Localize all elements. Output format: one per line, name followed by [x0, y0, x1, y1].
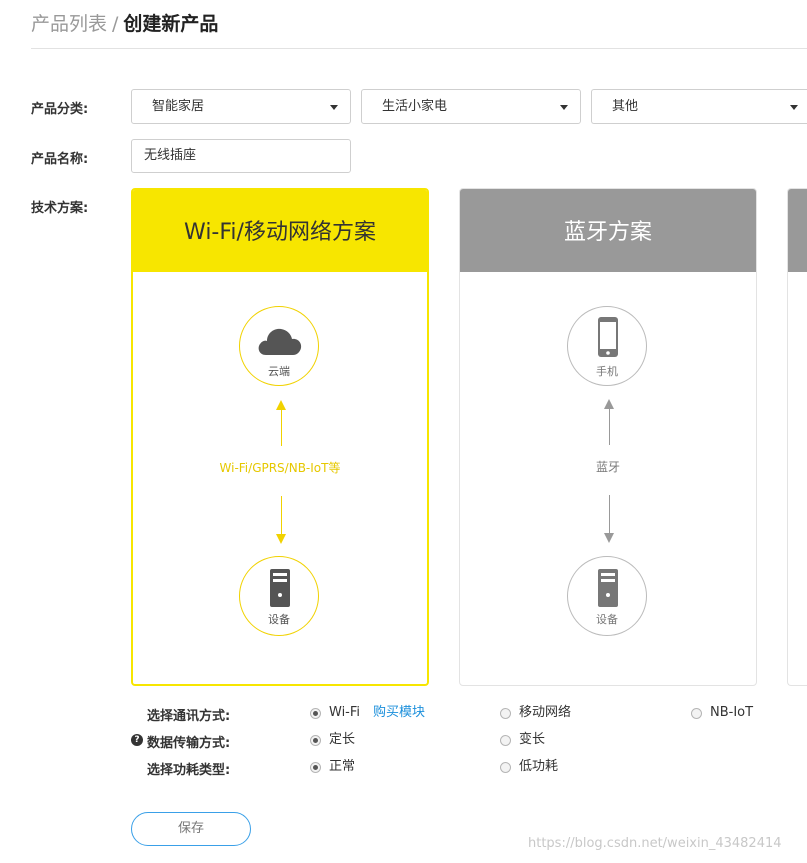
scheme-bluetooth-link-label: 蓝牙	[460, 458, 756, 475]
device-caption: 设备	[596, 613, 618, 626]
phone-node: 手机	[567, 306, 647, 386]
breadcrumb: 产品列表 / 创建新产品	[31, 10, 218, 38]
name-label: 产品名称:	[31, 152, 89, 167]
product-name-input[interactable]: 无线插座	[131, 139, 351, 173]
device-node: 设备	[567, 556, 647, 636]
link-line-bottom	[281, 496, 282, 536]
radio-mobile-network-label: 移动网络	[519, 705, 572, 720]
buy-module-link[interactable]: 购买模块	[373, 705, 425, 721]
radio-nb-iot[interactable]	[691, 708, 702, 719]
caret-down-icon	[330, 105, 338, 110]
radio-power-low-label: 低功耗	[519, 759, 559, 774]
radio-fixed-length[interactable]	[310, 735, 321, 746]
scheme-card-partial[interactable]	[787, 188, 807, 686]
device-node: 设备	[239, 556, 319, 636]
caret-down-icon	[790, 105, 798, 110]
transfer-label: 数据传输方式:	[147, 736, 231, 751]
scheme-card-wifi[interactable]: Wi-Fi/移动网络方案 云端 Wi-Fi/GPRS/NB-IoT等 设备	[131, 188, 429, 686]
radio-nb-iot-label: NB-IoT	[710, 705, 754, 720]
category-select-3[interactable]: 其他	[591, 89, 807, 124]
caret-down-icon	[560, 105, 568, 110]
cloud-caption: 云端	[268, 365, 290, 378]
arrow-down-icon	[276, 534, 286, 544]
link-line-bottom	[609, 495, 610, 535]
cloud-icon	[258, 328, 302, 355]
link-line-top	[609, 407, 610, 445]
breadcrumb-separator: /	[112, 13, 119, 35]
radio-fixed-length-label: 定长	[329, 732, 356, 747]
phone-icon	[598, 317, 618, 357]
category-select-3-value: 其他	[612, 99, 639, 114]
radio-wifi-label: Wi-Fi	[329, 705, 361, 720]
cloud-node: 云端	[239, 306, 319, 386]
save-button[interactable]: 保存	[131, 812, 251, 846]
tech-label: 技术方案:	[31, 201, 89, 216]
category-select-2[interactable]: 生活小家电	[361, 89, 581, 124]
radio-wifi[interactable]	[310, 708, 321, 719]
header-divider	[31, 48, 807, 49]
radio-variable-length[interactable]	[500, 735, 511, 746]
device-caption: 设备	[268, 613, 290, 626]
server-icon	[598, 569, 618, 607]
comm-label: 选择通讯方式:	[147, 709, 231, 724]
scheme-card-bluetooth-title: 蓝牙方案	[460, 189, 756, 272]
arrow-down-icon	[604, 533, 614, 543]
category-select-1[interactable]: 智能家居	[131, 89, 351, 124]
phone-caption: 手机	[596, 365, 618, 378]
radio-power-normal[interactable]	[310, 762, 321, 773]
power-label: 选择功耗类型:	[147, 763, 231, 778]
server-icon	[270, 569, 290, 607]
scheme-card-bluetooth[interactable]: 蓝牙方案 手机 蓝牙 设备	[459, 188, 757, 686]
breadcrumb-product-list[interactable]: 产品列表	[31, 13, 107, 35]
scheme-card-wifi-title: Wi-Fi/移动网络方案	[133, 190, 427, 272]
scheme-card-partial-header	[788, 189, 807, 272]
category-label: 产品分类:	[31, 102, 89, 117]
radio-power-low[interactable]	[500, 762, 511, 773]
link-line-top	[281, 408, 282, 446]
watermark: https://blog.csdn.net/weixin_43482414	[528, 836, 782, 851]
help-icon[interactable]: ?	[131, 734, 143, 746]
category-select-1-value: 智能家居	[152, 99, 205, 114]
category-select-2-value: 生活小家电	[382, 99, 448, 114]
scheme-wifi-link-label: Wi-Fi/GPRS/NB-IoT等	[133, 459, 427, 476]
radio-mobile-network[interactable]	[500, 708, 511, 719]
radio-variable-length-label: 变长	[519, 732, 546, 747]
page-title: 创建新产品	[123, 13, 219, 35]
radio-power-normal-label: 正常	[329, 759, 356, 774]
